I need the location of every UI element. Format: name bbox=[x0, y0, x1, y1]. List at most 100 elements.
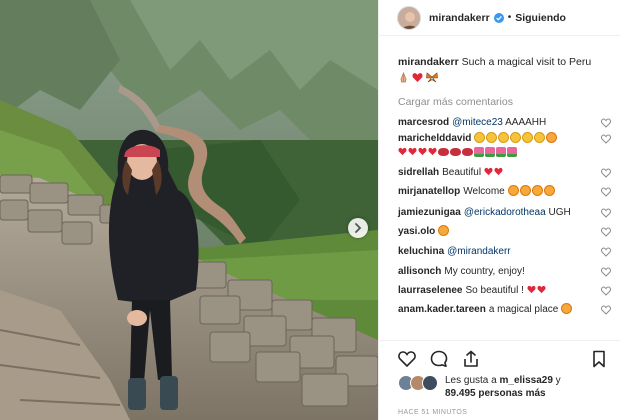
comment-like-heart-icon[interactable] bbox=[601, 168, 611, 178]
comment-username[interactable]: marichelddavid bbox=[398, 133, 471, 144]
heart-eyes-face-icon bbox=[546, 132, 558, 143]
comment-row: sidrellah Beautiful bbox=[379, 166, 620, 180]
comment-text: Welcome bbox=[463, 186, 505, 197]
grinning-face-icon bbox=[486, 132, 498, 143]
comment-row: marcesrod @mitece23 AAAAHH bbox=[379, 116, 620, 130]
comment-row: anam.kader.tareen a magical place bbox=[379, 303, 620, 317]
heart-eyes-face-icon bbox=[531, 185, 543, 196]
post-header: mirandakerr • Siguiendo bbox=[379, 0, 620, 36]
comment-row: mirjanatellop Welcome bbox=[379, 185, 620, 199]
comment-like-heart-icon[interactable] bbox=[601, 267, 611, 277]
likes-summary: Les gusta a m_elissa29 y 89.495 personas… bbox=[379, 374, 620, 404]
butterfly-icon bbox=[426, 72, 438, 83]
comments-section: mirandakerr Such a magical visit to Peru… bbox=[379, 42, 620, 115]
mountain-landscape-image bbox=[0, 0, 378, 420]
comment-row: marichelddavid bbox=[379, 132, 620, 160]
heart-eyes-face-icon bbox=[561, 303, 573, 314]
heart-eyes-face-icon bbox=[519, 185, 531, 196]
comment-emoji bbox=[438, 225, 450, 237]
comment-like-heart-icon[interactable] bbox=[601, 134, 611, 144]
heart-eyes-face-icon bbox=[543, 185, 555, 196]
liker-avatars[interactable] bbox=[398, 375, 440, 391]
like-heart-icon[interactable] bbox=[397, 349, 417, 369]
comment-like-heart-icon[interactable] bbox=[601, 187, 611, 197]
comment-like-heart-icon[interactable] bbox=[601, 247, 611, 257]
comment-row: laurraselenee So beautiful ! bbox=[379, 284, 620, 298]
red-heart-icon bbox=[418, 147, 427, 156]
next-photo-button[interactable] bbox=[348, 218, 368, 238]
red-heart-icon bbox=[428, 147, 437, 156]
grinning-face-icon bbox=[534, 132, 546, 143]
comment-username[interactable]: marcesrod bbox=[398, 117, 449, 128]
comment-mention[interactable]: @mirandakerr bbox=[447, 246, 511, 257]
praying-hands-icon bbox=[400, 71, 407, 83]
red-heart-icon bbox=[398, 147, 407, 156]
post-actions-bar bbox=[379, 340, 620, 372]
tulip-icon bbox=[474, 147, 484, 157]
avatar[interactable] bbox=[397, 5, 421, 30]
heart-eyes-face-icon bbox=[438, 225, 450, 236]
comment-username[interactable]: anam.kader.tareen bbox=[398, 304, 486, 315]
red-heart-icon bbox=[484, 167, 493, 176]
comment-emoji bbox=[561, 303, 573, 315]
post-timestamp[interactable]: HACE 51 MINUTOS bbox=[398, 409, 467, 416]
avatar-image bbox=[398, 6, 420, 29]
comment-mention[interactable]: @mitece23 bbox=[452, 117, 503, 128]
caption-username[interactable]: mirandakerr bbox=[398, 56, 459, 68]
tulip-icon bbox=[496, 147, 506, 157]
comment-icon[interactable] bbox=[429, 349, 449, 369]
grinning-face-icon bbox=[510, 132, 522, 143]
following-button[interactable]: Siguiendo bbox=[515, 12, 566, 24]
comment-like-heart-icon[interactable] bbox=[601, 227, 611, 237]
comment-like-heart-icon[interactable] bbox=[601, 286, 611, 296]
comment-username[interactable]: laurraselenee bbox=[398, 285, 463, 296]
heart-icon bbox=[412, 73, 423, 82]
comment-mention[interactable]: @erickadorotheaa bbox=[464, 207, 546, 218]
caption-emoji bbox=[398, 71, 609, 87]
comment-row: jamiezunigaa @erickadorotheaa UGH bbox=[379, 206, 620, 220]
comment-text: So beautiful ! bbox=[465, 285, 524, 296]
kiss-lips-icon bbox=[450, 148, 461, 156]
comment-text: AAAAHH bbox=[505, 117, 547, 128]
likes-text: Les gusta a m_elissa29 y 89.495 personas… bbox=[445, 374, 561, 400]
comment-username[interactable]: mirjanatellop bbox=[398, 186, 460, 197]
post-photo[interactable] bbox=[0, 0, 378, 420]
likes-prefix: Les gusta a bbox=[445, 375, 497, 386]
comment-username[interactable]: jamiezunigaa bbox=[398, 207, 461, 218]
comment-like-heart-icon[interactable] bbox=[601, 118, 611, 128]
likes-count[interactable]: 89.495 personas más bbox=[445, 388, 546, 399]
red-heart-icon bbox=[408, 147, 417, 156]
tulip-icon bbox=[485, 147, 495, 157]
comment-like-heart-icon[interactable] bbox=[601, 305, 611, 315]
post-side-panel: mirandakerr • Siguiendo mirandakerr Such… bbox=[378, 0, 620, 420]
load-more-comments-link[interactable]: Cargar más comentarios bbox=[379, 87, 620, 115]
red-heart-icon bbox=[537, 285, 546, 294]
share-icon[interactable] bbox=[461, 349, 481, 369]
comment-emoji bbox=[507, 185, 556, 197]
comment-text: UGH bbox=[548, 207, 571, 218]
verified-badge-icon bbox=[493, 12, 504, 23]
likes-user[interactable]: m_elissa29 bbox=[500, 375, 553, 386]
comment-like-heart-icon[interactable] bbox=[601, 208, 611, 218]
grinning-face-icon bbox=[522, 132, 534, 143]
bookmark-icon[interactable] bbox=[589, 349, 609, 369]
comment-row: yasi.olo bbox=[379, 225, 620, 239]
comment-username[interactable]: allisonch bbox=[398, 266, 441, 277]
grinning-face-icon bbox=[474, 132, 486, 143]
red-heart-icon bbox=[527, 285, 536, 294]
comment-emoji bbox=[484, 167, 504, 178]
comment-username[interactable]: yasi.olo bbox=[398, 226, 435, 237]
red-heart-icon bbox=[494, 167, 503, 176]
comment-username[interactable]: keluchina bbox=[398, 246, 444, 257]
heart-eyes-face-icon bbox=[507, 185, 519, 196]
post-username[interactable]: mirandakerr bbox=[429, 12, 490, 24]
likes-connector: y bbox=[555, 375, 561, 386]
kiss-lips-icon bbox=[438, 148, 449, 156]
comment-text: a magical place bbox=[488, 304, 559, 315]
comment-text: Beautiful bbox=[442, 167, 482, 178]
caption-text: Such a magical visit to Peru bbox=[461, 56, 592, 68]
chevron-right-icon bbox=[355, 223, 362, 233]
header-separator: • bbox=[507, 12, 512, 23]
comment-username[interactable]: sidrellah bbox=[398, 167, 439, 178]
kiss-lips-icon bbox=[462, 148, 473, 156]
